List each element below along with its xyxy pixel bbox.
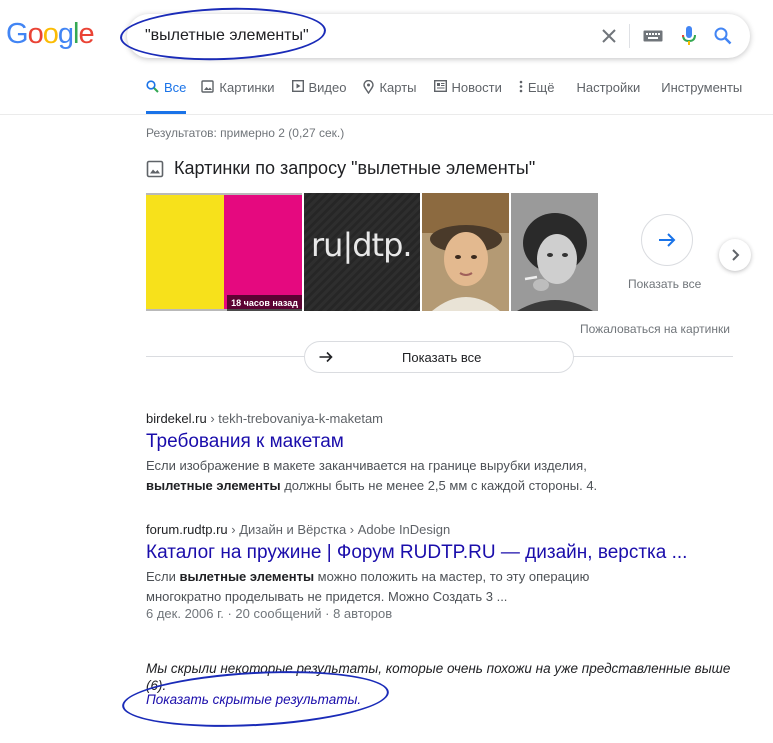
tab-label: Все	[164, 80, 187, 95]
show-all-pill-label: Показать все	[402, 349, 482, 365]
time-badge: 18 часов назад	[227, 295, 302, 311]
result-snippet: Если изображение в макете заканчивается …	[146, 458, 598, 493]
logo-letter: o	[42, 18, 59, 50]
image-thumbnail[interactable]: 18 часов назад	[146, 193, 302, 311]
tab-settings[interactable]: Настройки	[576, 80, 640, 114]
logo-letter: G	[6, 18, 29, 50]
tab-label: Инструменты	[661, 80, 743, 95]
news-icon	[433, 80, 447, 92]
tab-all[interactable]: Все	[146, 80, 187, 114]
image-thumbnail[interactable]	[422, 193, 509, 311]
chevron-right-icon	[732, 249, 740, 261]
video-icon	[291, 80, 304, 92]
result-title-link[interactable]: Требования к макетам	[146, 431, 344, 453]
search-icon[interactable]	[711, 24, 735, 48]
result-path: › tekh-trebovaniya-k-maketam	[210, 411, 383, 426]
show-all-images-button[interactable]	[641, 214, 693, 266]
tab-news[interactable]: Новости	[433, 80, 502, 114]
result-stats: Результатов: примерно 2 (0,27 сек.)	[146, 126, 345, 140]
result-snippet: Если вылетные элементы можно положить на…	[146, 569, 590, 604]
result-site: forum.rudtp.ru	[146, 522, 228, 537]
arrow-right-icon	[319, 351, 333, 363]
images-heading-text: Картинки по запросу "вылетные элементы"	[174, 158, 536, 178]
image-icon	[146, 160, 164, 177]
image-thumbnail[interactable]	[511, 193, 598, 311]
report-images-link[interactable]: Пожаловаться на картинки	[580, 322, 730, 336]
show-all-images-label[interactable]: Показать все	[628, 277, 701, 291]
image-thumbnail[interactable]: ru|dtp.	[304, 193, 420, 311]
tab-label: Карты	[379, 80, 417, 95]
image-thumbnails: 18 часов назад ru|dtp.	[146, 193, 598, 311]
search-icon	[146, 80, 159, 93]
google-logo[interactable]: Google	[6, 18, 95, 51]
show-omitted-results-link[interactable]: Показать скрытые результаты.	[146, 692, 361, 707]
tab-more[interactable]: Ещё	[519, 80, 555, 114]
image-icon	[201, 80, 215, 93]
logo-letter: e	[78, 18, 94, 50]
more-vert-icon	[519, 80, 523, 93]
search-input[interactable]	[145, 24, 565, 48]
tab-video[interactable]: Видео	[291, 80, 347, 114]
result-title-link[interactable]: Каталог на пружине | Форум RUDTP.RU — ди…	[146, 542, 687, 564]
result-cite: forum.rudtp.ru › Дизайн и Вёрстка › Adob…	[146, 522, 450, 537]
tab-label: Картинки	[219, 80, 275, 95]
logo-letter: g	[57, 18, 74, 50]
microphone-icon[interactable]	[677, 24, 701, 48]
search-tabs: Все Картинки Видео Карты Новости Ещё Нас…	[146, 80, 759, 114]
tab-label: Ещё	[527, 80, 555, 95]
result-path: › Дизайн и Вёрстка › Adobe InDesign	[231, 522, 451, 537]
tabs-divider	[0, 114, 773, 115]
tab-images[interactable]: Картинки	[201, 80, 275, 114]
result-site: birdekel.ru	[146, 411, 207, 426]
tab-tools[interactable]: Инструменты	[661, 80, 742, 114]
next-images-button[interactable]	[719, 239, 751, 271]
result-cite: birdekel.ru › tekh-trebovaniya-k-maketam	[146, 411, 383, 426]
rudtp-logo: ru|dtp.	[311, 226, 413, 264]
result-meta: 6 дек. 2006 г. · 20 сообщений · 8 авторо…	[146, 606, 393, 621]
show-all-pill-button[interactable]: Показать все	[304, 341, 574, 373]
keyboard-icon[interactable]	[639, 24, 667, 48]
search-box	[127, 14, 750, 58]
tab-label: Настройки	[576, 80, 641, 95]
logo-letter: o	[27, 18, 44, 50]
arrow-right-icon	[659, 233, 676, 247]
tab-maps[interactable]: Карты	[363, 80, 417, 114]
clear-icon[interactable]	[597, 24, 621, 48]
tab-label: Новости	[451, 80, 502, 95]
tab-label: Видео	[308, 80, 347, 95]
images-heading[interactable]: Картинки по запросу "вылетные элементы"	[146, 158, 535, 179]
search-divider	[629, 24, 630, 48]
map-pin-icon	[363, 80, 375, 94]
omitted-results-notice: Мы скрыли некоторые результаты, которые …	[146, 661, 731, 693]
